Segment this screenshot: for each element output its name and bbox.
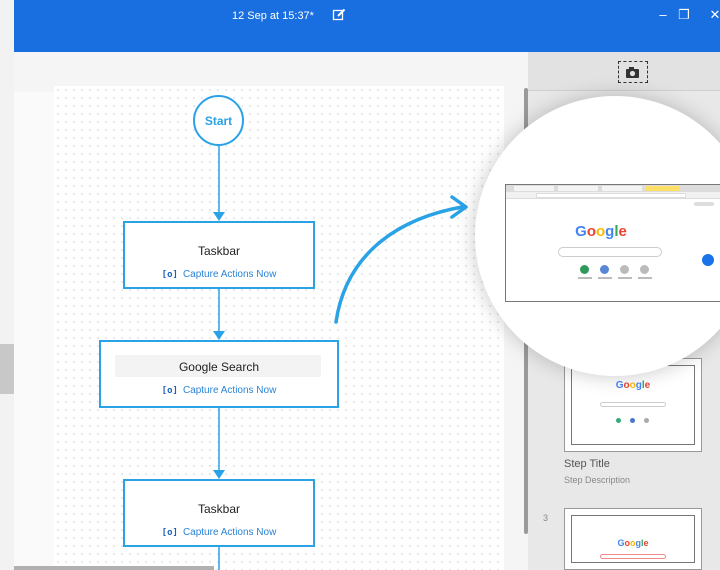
title-bar: 12 Sep at 15:37* – ❐ ✕ xyxy=(14,0,720,52)
capture-actions-label: Capture Actions Now xyxy=(182,385,277,396)
floating-action-icon xyxy=(702,254,714,266)
thumb-shortcut-icon xyxy=(630,418,635,423)
thumb-shortcut-icon xyxy=(616,418,621,423)
edit-title-icon[interactable] xyxy=(332,8,346,22)
step-node-title: Google Search xyxy=(178,360,260,374)
thumb-search-box xyxy=(600,554,666,559)
step-screenshot: Google xyxy=(571,365,695,445)
minimize-button[interactable]: – xyxy=(654,6,672,24)
step-description[interactable]: Step Description xyxy=(564,475,630,485)
shortcut-icon xyxy=(600,265,609,274)
capture-actions-label: Capture Actions Now xyxy=(182,527,277,538)
browser-tab-strip xyxy=(506,185,720,192)
shortcut-label xyxy=(598,277,612,279)
step-thumbnail[interactable]: Google xyxy=(564,508,702,570)
screenshot-camera-icon xyxy=(626,66,639,78)
capture-actions-label: Capture Actions Now xyxy=(182,269,277,280)
flow-step-node[interactable]: Taskbar [o] Capture Actions Now xyxy=(123,479,315,547)
capture-icon: [o] xyxy=(161,527,178,538)
left-panel xyxy=(0,52,14,570)
google-logo: Google xyxy=(575,223,627,240)
maximize-button[interactable]: ❐ xyxy=(675,6,693,24)
capture-icon: [o] xyxy=(161,269,178,280)
start-node[interactable]: Start xyxy=(193,95,244,146)
steps-toolbar xyxy=(528,52,720,91)
capture-icon: [o] xyxy=(161,385,178,396)
flow-step-node[interactable]: Taskbar [o] Capture Actions Now xyxy=(123,221,315,289)
capture-actions-link[interactable]: [o] Capture Actions Now xyxy=(125,527,313,538)
capture-actions-link[interactable]: [o] Capture Actions Now xyxy=(125,269,313,280)
canvas-gutter xyxy=(14,92,54,570)
camera-icon[interactable] xyxy=(618,61,648,83)
shortcut-label xyxy=(638,277,652,279)
thumb-search-box xyxy=(600,402,666,407)
start-label: Start xyxy=(204,113,233,128)
step-node-title: Taskbar xyxy=(197,502,241,516)
search-box xyxy=(558,247,662,257)
left-panel-tab[interactable] xyxy=(0,344,14,394)
shortcut-label xyxy=(618,277,632,279)
flow-step-node[interactable]: Google Search [o] Capture Actions Now xyxy=(99,340,339,408)
window-title: 12 Sep at 15:37* xyxy=(232,10,314,22)
thumb-shortcut-icon xyxy=(644,418,649,423)
shortcut-icon xyxy=(580,265,589,274)
google-logo: Google xyxy=(615,380,651,391)
top-right-links xyxy=(694,202,714,206)
browser-screenshot: Google xyxy=(505,184,720,302)
browser-address-bar xyxy=(506,192,720,199)
step-node-title: Taskbar xyxy=(197,244,241,258)
shortcut-icon xyxy=(620,265,629,274)
close-button[interactable]: ✕ xyxy=(706,6,720,24)
shortcut-icon xyxy=(640,265,649,274)
google-logo: Google xyxy=(617,538,649,548)
step-number: 3 xyxy=(543,513,549,523)
shortcut-label xyxy=(578,277,592,279)
capture-actions-link[interactable]: [o] Capture Actions Now xyxy=(101,385,337,396)
step-title[interactable]: Step Title xyxy=(564,458,610,470)
canvas-horizontal-scrollbar[interactable] xyxy=(14,566,214,570)
step-screenshot: Google xyxy=(571,515,695,563)
